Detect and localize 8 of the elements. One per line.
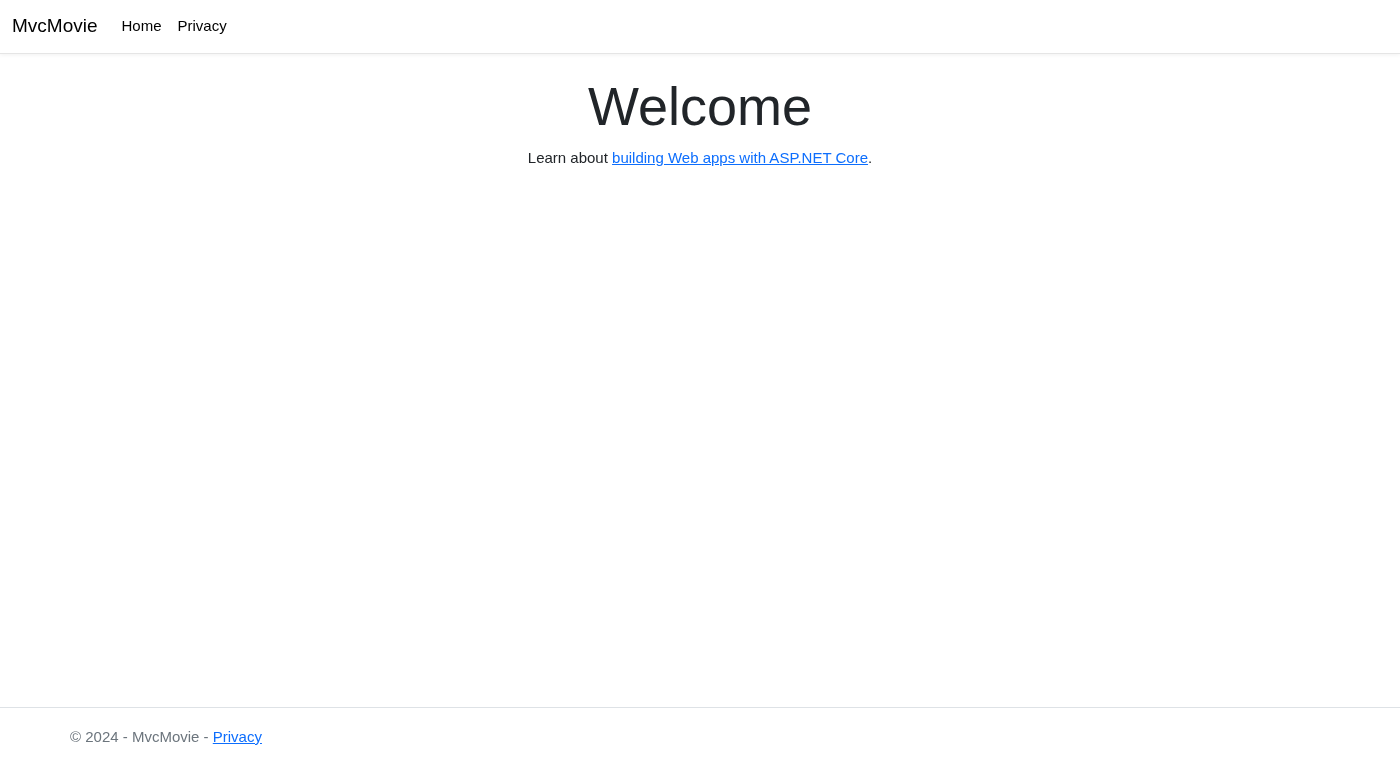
privacy-link[interactable]: Privacy bbox=[212, 727, 262, 745]
footer-text: © 2024 - MvcMovie - Privacy bbox=[70, 726, 262, 747]
docs-link[interactable]: building Web apps with ASP.NET Core bbox=[612, 148, 869, 166]
nav-link[interactable]: Home bbox=[121, 15, 162, 38]
page-heading: Welcome bbox=[587, 75, 813, 138]
intro-text: Learn about building Web apps with ASP.NET Core. bbox=[527, 147, 873, 168]
nav-link[interactable]: Privacy bbox=[177, 15, 227, 38]
brand-link[interactable]: MvcMovie bbox=[12, 12, 98, 41]
